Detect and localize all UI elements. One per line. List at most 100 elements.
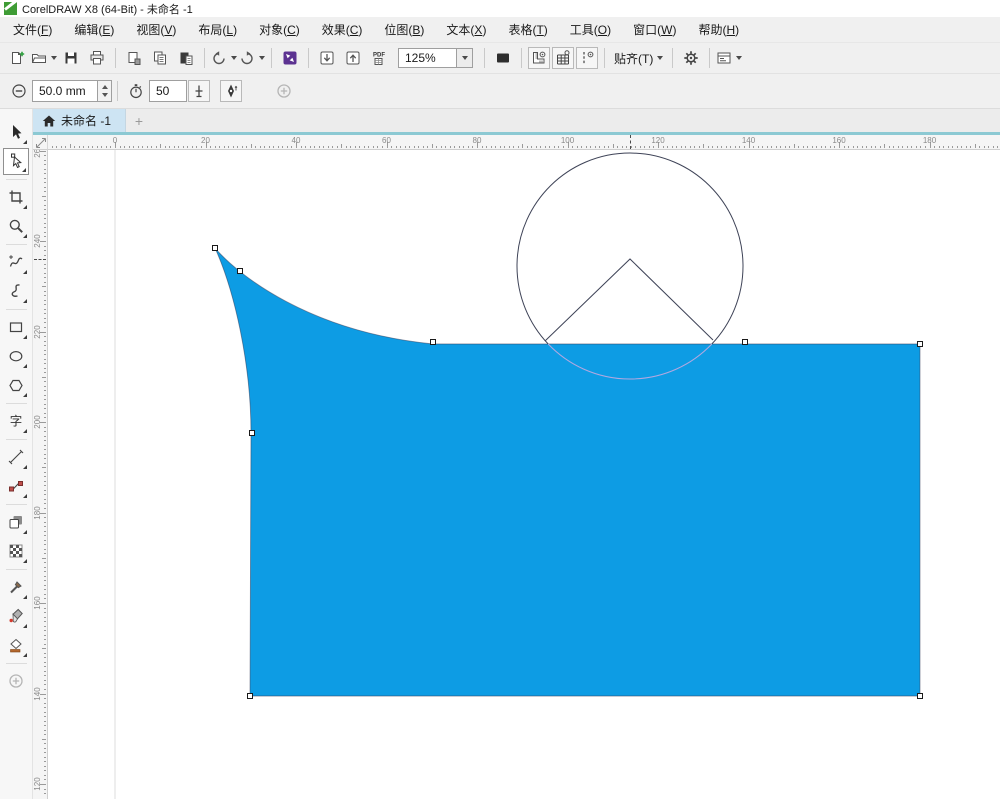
toolbar-separator (672, 48, 674, 68)
new-document-button[interactable] (5, 46, 29, 70)
paste-button[interactable] (174, 46, 198, 70)
drop-shadow-tool[interactable] (3, 509, 29, 536)
ruler-tick (879, 146, 881, 148)
menu-item-h11[interactable]: 帮助(H) (687, 18, 750, 42)
ruler-label: 40 (291, 136, 301, 145)
import-button[interactable] (315, 46, 339, 70)
undo-arrow-button[interactable] (211, 46, 237, 70)
menu-item-c5[interactable]: 效果(C) (311, 18, 374, 42)
shape-node[interactable] (917, 341, 923, 347)
customize-plus[interactable] (3, 668, 29, 695)
ruler-tick (44, 381, 46, 383)
open-folder-button[interactable] (31, 46, 57, 70)
shape-node[interactable] (430, 339, 436, 345)
ruler-tick (807, 146, 809, 148)
text-tool[interactable] (3, 408, 29, 435)
shape-node[interactable] (247, 693, 253, 699)
print-button[interactable] (85, 46, 109, 70)
show-rulers-button[interactable] (528, 47, 550, 69)
circle-outline-upper-arc[interactable] (516, 152, 744, 345)
nib-size-spinner[interactable] (98, 80, 112, 102)
search-content-button[interactable] (278, 46, 302, 70)
freehand-tool[interactable] (3, 249, 29, 276)
blue-shape[interactable] (214, 247, 921, 697)
menu-item-l3[interactable]: 布局(L) (187, 18, 248, 42)
zoom-level-dropdown-button[interactable] (456, 48, 473, 68)
fullscreen-preview-button[interactable] (491, 46, 515, 70)
document-tab[interactable]: 未命名 -1 (33, 109, 127, 132)
ruler-tick (44, 607, 46, 609)
menu-item-f0[interactable]: 文件(F) (2, 18, 63, 42)
menu-item-t8[interactable]: 表格(T) (497, 18, 558, 42)
menu-item-v2[interactable]: 视图(V) (125, 18, 187, 42)
pen-pressure-button[interactable] (220, 80, 242, 102)
app-launcher-button[interactable] (716, 46, 743, 70)
shape-tool[interactable] (3, 148, 29, 175)
customize-property-bar-button[interactable] (272, 79, 296, 103)
menu-item-c4[interactable]: 对象(C) (248, 18, 311, 42)
ruler-tick (44, 743, 46, 745)
ruler-tick (286, 146, 288, 148)
export-button[interactable] (341, 46, 365, 70)
ruler-tick (44, 530, 46, 532)
rectangle-tool[interactable] (3, 314, 29, 341)
menu-item-e1[interactable]: 编辑(E) (63, 18, 125, 42)
drawing-canvas[interactable] (48, 150, 1000, 799)
toolbar-separator (604, 48, 605, 68)
horizontal-ruler[interactable]: 0 20 40 60 80 100 120 140 160 180 (48, 135, 1000, 150)
options-gear-button[interactable] (679, 46, 703, 70)
parallel-dimension-tool[interactable] (3, 444, 29, 471)
ruler-tick (314, 146, 316, 148)
nib-size-field[interactable]: 50.0 mm (32, 80, 98, 102)
ruler-tick (200, 146, 202, 148)
vertical-ruler[interactable]: 260 240 220 200 180 160 140 120 (33, 150, 48, 799)
cut-button[interactable] (122, 46, 146, 70)
show-grid-button[interactable] (552, 47, 574, 69)
zoom-tool[interactable] (3, 213, 29, 240)
smart-fill-tool[interactable] (3, 632, 29, 659)
menu-item-b6[interactable]: 位图(B) (373, 18, 435, 42)
rate-field[interactable]: 50 (149, 80, 187, 102)
ruler-tick (259, 146, 261, 148)
ruler-tick (124, 146, 126, 148)
ruler-tick (146, 146, 148, 148)
zoom-level-combo[interactable]: 125% (398, 48, 473, 68)
snap-to-dropdown[interactable]: 贴齐(T) (610, 50, 667, 67)
ruler-tick (481, 146, 483, 148)
menu-item-w10[interactable]: 窗口(W) (622, 18, 687, 42)
artistic-media-tool[interactable] (3, 278, 29, 305)
pdf-publish-button[interactable] (367, 46, 391, 70)
crop-tool[interactable] (3, 184, 29, 211)
ruler-tick (44, 720, 46, 722)
ruler-tick (277, 146, 279, 148)
ruler-tick (273, 146, 275, 148)
shape-node[interactable] (237, 268, 243, 274)
copy-button[interactable] (148, 46, 172, 70)
redo-arrow-button[interactable] (239, 46, 265, 70)
transparency-tool[interactable] (3, 538, 29, 565)
menu-item-o9[interactable]: 工具(O) (559, 18, 622, 42)
connector-tool[interactable] (3, 473, 29, 500)
ruler-tick (44, 639, 46, 641)
shape-node[interactable] (249, 430, 255, 436)
shape-node[interactable] (212, 245, 218, 251)
show-guidelines-button[interactable] (576, 47, 598, 69)
shape-node[interactable] (742, 339, 748, 345)
menu-item-x7[interactable]: 文本(X) (435, 18, 497, 42)
pick-tool[interactable] (3, 119, 29, 146)
ruler-tick (142, 146, 144, 148)
interactive-fill-tool[interactable] (3, 603, 29, 630)
workspace: 未命名 -1 + 0 20 40 60 80 100 120 140 160 180 260 240… (0, 109, 1000, 799)
save-file-button[interactable] (59, 46, 83, 70)
ruler-tick (187, 146, 189, 148)
rate-slider-button[interactable] (188, 80, 210, 102)
shape-node[interactable] (917, 693, 923, 699)
color-eyedropper-tool[interactable] (3, 574, 29, 601)
ellipse-tool[interactable] (3, 343, 29, 370)
ruler-origin[interactable] (33, 135, 48, 150)
ruler-tick (558, 146, 560, 148)
polygon-tool[interactable] (3, 372, 29, 399)
toolbox-separator (5, 569, 27, 570)
new-tab-button[interactable]: + (126, 109, 152, 132)
ruler-tick (368, 146, 370, 148)
